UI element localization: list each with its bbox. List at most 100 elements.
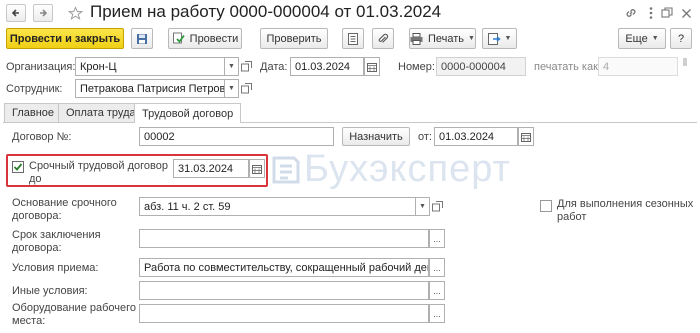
- check-label: Проверить: [266, 32, 322, 45]
- save-icon: [137, 33, 147, 44]
- seasonal-label-line-2: работ: [557, 211, 587, 223]
- chevron-down-icon: ▼: [504, 35, 512, 42]
- help-button[interactable]: ?: [670, 28, 692, 49]
- open-external-icon: [431, 201, 443, 212]
- fixed-term-until-field[interactable]: 31.03.2024: [173, 159, 249, 178]
- number-field[interactable]: 0000-000004: [436, 57, 526, 76]
- number-label: Номер:: [398, 61, 435, 73]
- date-calendar-button[interactable]: [364, 57, 380, 76]
- employee-open-button[interactable]: [238, 79, 254, 98]
- paperclip-icon: [378, 33, 389, 43]
- fixed-term-checkbox[interactable]: [12, 161, 24, 173]
- employee-field[interactable]: Петракова Патрисия Петровна: [75, 79, 225, 98]
- checkmark-icon: [13, 163, 23, 171]
- seasonal-work-label: Для выполнения сезонных работ: [557, 198, 693, 224]
- term-select-button[interactable]: ...: [429, 229, 445, 248]
- other-conditions-field[interactable]: [139, 281, 429, 300]
- date-label: Дата:: [260, 61, 288, 73]
- chevron-down-icon: ▼: [228, 85, 235, 92]
- more-button[interactable]: Еще ▼: [618, 28, 666, 49]
- organization-open-button[interactable]: [238, 57, 254, 76]
- page-title: Прием на работу 0000-000004 от 01.03.202…: [90, 2, 442, 21]
- post-and-close-button[interactable]: Провести и закрыть: [6, 28, 124, 49]
- chevron-down-icon: ▼: [651, 35, 659, 42]
- basis-label-line-1: Основание срочного: [12, 197, 117, 209]
- create-based-on-button[interactable]: ▼: [482, 28, 517, 49]
- contract-number-field[interactable]: 00002: [139, 127, 334, 146]
- link-icon: [626, 9, 636, 17]
- employee-dropdown[interactable]: ▼: [225, 79, 239, 98]
- watermark: Бухэксперт: [304, 148, 511, 190]
- ellipsis-icon: ...: [433, 285, 441, 296]
- basis-dropdown[interactable]: ▼: [416, 197, 430, 216]
- forward-button[interactable]: [33, 4, 53, 22]
- fixed-term-label: Срочный трудовой договор до: [29, 160, 168, 186]
- open-external-icon: [240, 83, 252, 94]
- fixed-term-calendar-button[interactable]: [249, 159, 265, 178]
- printer-icon: [410, 32, 423, 45]
- basis-field[interactable]: абз. 11 ч. 2 ст. 59: [139, 197, 416, 216]
- print-as-field[interactable]: 4: [598, 57, 678, 76]
- chevron-down-icon: ▼: [468, 35, 475, 42]
- tab-main[interactable]: Главное: [4, 103, 63, 122]
- term-label-line-2: договора:: [12, 242, 62, 254]
- menu-button[interactable]: [643, 5, 659, 21]
- tab-payment[interactable]: Оплата труда: [58, 103, 144, 122]
- more-label: Еще: [625, 32, 648, 45]
- calendar-icon: [367, 62, 377, 72]
- assign-label: Назначить: [349, 130, 403, 143]
- equipment-field[interactable]: [139, 304, 429, 323]
- document-list-button[interactable]: [342, 28, 364, 49]
- seasonal-label-line-1: Для выполнения сезонных: [557, 198, 694, 210]
- contract-from-field[interactable]: 01.03.2024: [434, 127, 518, 146]
- basis-label-line-2: договора:: [12, 210, 62, 222]
- organization-dropdown[interactable]: ▼: [225, 57, 239, 76]
- date-field[interactable]: 01.03.2024: [290, 57, 364, 76]
- conditions-field[interactable]: Работа по совместительству, сокращенный …: [139, 258, 429, 277]
- conditions-select-button[interactable]: ...: [429, 258, 445, 277]
- term-label: Срок заключения договора:: [12, 229, 101, 255]
- equipment-select-button[interactable]: ...: [429, 304, 445, 323]
- print-as-label: печатать как:: [534, 61, 601, 73]
- arrow-right-icon: [40, 9, 48, 17]
- close-icon: [681, 8, 691, 18]
- close-button[interactable]: [678, 5, 694, 21]
- employee-label: Сотрудник:: [6, 83, 63, 95]
- tab-divider: [3, 122, 697, 123]
- print-button[interactable]: Печать ▼: [409, 28, 476, 49]
- print-label: Печать: [428, 32, 465, 45]
- check-button[interactable]: Проверить: [260, 28, 328, 49]
- term-field[interactable]: [139, 229, 429, 248]
- tab-labor-contract[interactable]: Трудовой договор: [134, 103, 242, 123]
- organization-field[interactable]: Крон-Ц: [75, 57, 225, 76]
- equipment-label: Оборудование рабочего места:: [12, 302, 136, 328]
- ellipsis-icon: ...: [433, 233, 441, 244]
- more-vertical-icon: [649, 7, 653, 19]
- link-button[interactable]: [623, 5, 639, 21]
- assign-button[interactable]: Назначить: [342, 127, 410, 146]
- conditions-label: Условия приема:: [12, 262, 99, 274]
- contract-number-label: Договор №:: [12, 131, 72, 143]
- star-icon: [67, 5, 83, 20]
- post-button[interactable]: Провести: [168, 28, 242, 49]
- fixed-term-label-line-2: до: [29, 173, 42, 185]
- ellipsis-icon: ...: [433, 308, 441, 319]
- term-label-line-1: Срок заключения: [12, 229, 101, 241]
- scrollbar-thumb[interactable]: [683, 58, 687, 66]
- restore-button[interactable]: [659, 5, 675, 21]
- save-button[interactable]: [131, 28, 153, 49]
- watermark-logo-icon: [272, 156, 300, 184]
- contract-from-calendar-button[interactable]: [518, 127, 534, 146]
- seasonal-work-checkbox[interactable]: [540, 200, 552, 212]
- favorite-button[interactable]: [66, 4, 84, 22]
- create-based-on-icon: [487, 32, 501, 45]
- back-button[interactable]: [6, 4, 26, 22]
- ellipsis-icon: ...: [433, 262, 441, 273]
- equipment-label-line-2: места:: [12, 315, 46, 327]
- basis-open-button[interactable]: [429, 197, 445, 216]
- calendar-icon: [521, 132, 531, 142]
- calendar-icon: [252, 164, 262, 174]
- basis-label: Основание срочного договора:: [12, 197, 117, 223]
- other-conditions-select-button[interactable]: ...: [429, 281, 445, 300]
- attach-button[interactable]: [372, 28, 394, 49]
